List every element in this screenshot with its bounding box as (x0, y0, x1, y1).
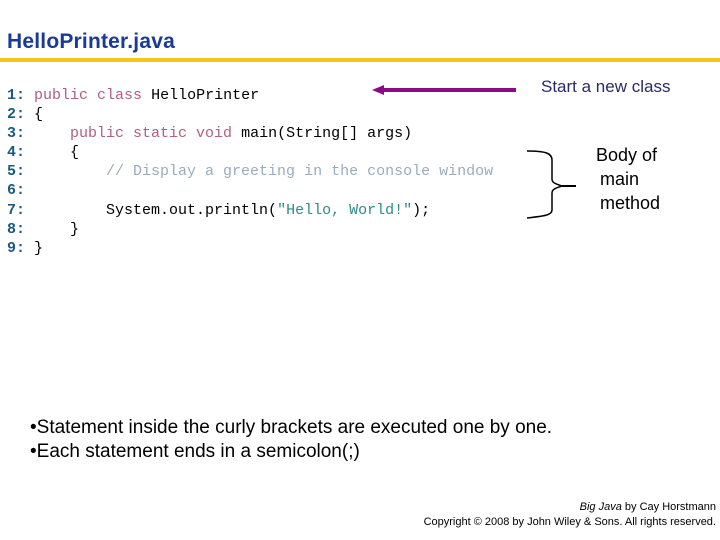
bullet-item: •Each statement ends in a semicolon(;) (30, 441, 360, 462)
start-class-note: Start a new class (541, 77, 671, 96)
body-note-line: Body of (596, 145, 658, 165)
book-title: Big Java (579, 501, 622, 513)
bullet-list: •Statement inside the curly brackets are… (30, 416, 552, 464)
arrow-icon (372, 85, 516, 95)
body-of-main-note: Body of main method (596, 143, 660, 215)
body-note-line: main (600, 169, 640, 189)
book-credit: Big Java by Cay Horstmann (424, 500, 716, 515)
book-author: by Cay Horstmann (621, 501, 716, 513)
curly-brace-icon (526, 150, 565, 219)
body-note-line: method (600, 193, 661, 213)
bullet-item: •Statement inside the curly brackets are… (30, 417, 553, 438)
copyright-notice: Copyright © 2008 by John Wiley & Sons. A… (423, 516, 716, 528)
footer-credit: Big Java by Cay Horstmann Copyright © 20… (424, 500, 716, 530)
